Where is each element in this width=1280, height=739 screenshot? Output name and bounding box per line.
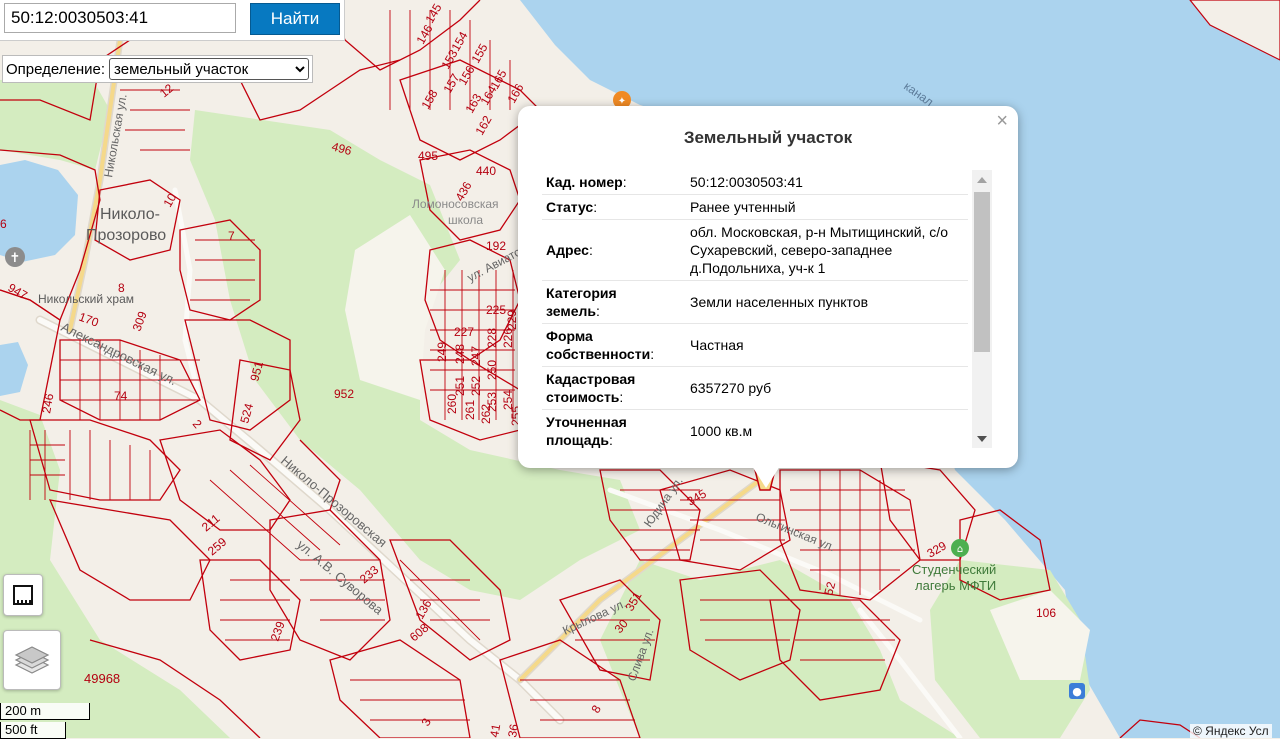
- attribute-key: Форма собственности:: [542, 323, 676, 367]
- svg-text:251: 251: [453, 376, 467, 396]
- svg-text:Николо-: Николо-: [100, 206, 160, 223]
- attribute-row: Уточненная площадь: 1000 кв.м: [542, 409, 968, 452]
- svg-text:252: 252: [469, 376, 483, 396]
- attribute-key-colon: :: [593, 199, 598, 215]
- attribute-value: 6357270 руб: [676, 366, 968, 410]
- svg-text:⌂: ⌂: [957, 544, 963, 555]
- scroll-up-arrow-icon[interactable]: [977, 177, 987, 183]
- svg-text:6: 6: [0, 217, 7, 231]
- svg-text:261: 261: [463, 400, 477, 420]
- svg-text:225: 225: [486, 303, 506, 317]
- copyright: © Яндекс Усл: [1190, 724, 1272, 738]
- attribute-key-label: Статус: [546, 199, 594, 215]
- attribute-key-colon: :: [622, 174, 627, 190]
- svg-text:229: 229: [505, 310, 519, 330]
- svg-text:952: 952: [334, 387, 354, 401]
- svg-text:495: 495: [418, 149, 438, 163]
- svg-text:227: 227: [454, 325, 474, 339]
- attribute-value: обл. Московская, р-н Мытищинский, с/о Су…: [676, 219, 968, 281]
- definition-select[interactable]: земельный участок: [109, 58, 310, 80]
- svg-text:250: 250: [485, 360, 499, 380]
- svg-text:247: 247: [469, 346, 483, 366]
- attribute-key-label: Уточненная площадь: [546, 414, 627, 448]
- attribute-row: Категория земель: Земли населенных пункто…: [542, 280, 968, 324]
- attribute-key-colon: :: [650, 346, 655, 362]
- scale-meters: 200 m: [0, 703, 90, 720]
- svg-text:106: 106: [1036, 606, 1056, 620]
- scroll-down-arrow-icon[interactable]: [977, 436, 987, 442]
- attribute-key-label: Адрес: [546, 242, 589, 258]
- attribute-value: 1000 кв.м: [676, 409, 968, 452]
- attribute-value: Земли населенных пунктов: [676, 280, 968, 324]
- svg-text:192: 192: [486, 239, 506, 253]
- scroll-thumb[interactable]: [974, 192, 990, 352]
- cadastral-number-input[interactable]: [4, 3, 236, 33]
- attribute-key-colon: :: [619, 389, 624, 405]
- svg-text:Студенческий: Студенческий: [912, 562, 996, 577]
- svg-text:248: 248: [453, 344, 467, 364]
- definition-label: Определение:: [6, 60, 106, 78]
- svg-text:49968: 49968: [84, 671, 120, 686]
- svg-text:262: 262: [479, 404, 493, 424]
- svg-text:7: 7: [228, 229, 235, 243]
- attribute-key-label: Категория земель: [546, 285, 617, 319]
- svg-text:249: 249: [435, 342, 449, 362]
- attribute-key: Статус:: [542, 194, 676, 220]
- attribute-key: Кадастровая стоимость:: [542, 366, 676, 410]
- attribute-row: Форма собственности: Частная: [542, 323, 968, 367]
- parcel-attributes-table: Кад. номер: 50:12:0030503:41 Статус: Ранее …: [542, 170, 968, 452]
- svg-text:школа: школа: [448, 213, 483, 227]
- attribute-value: 50:12:0030503:41: [676, 170, 968, 195]
- attribute-row: Адрес: обл. Московская, р-н Мытищинский, …: [542, 219, 968, 281]
- layers-icon: [14, 646, 50, 674]
- svg-text:74: 74: [114, 389, 128, 403]
- attribute-value: Частная: [676, 323, 968, 367]
- ruler-icon: [13, 585, 33, 605]
- find-button[interactable]: Найти: [250, 3, 340, 35]
- parcel-info-popup: × Земельный участок Кад. номер: 50:12:003…: [518, 106, 1018, 468]
- attribute-value: Ранее учтенный: [676, 194, 968, 220]
- layers-button[interactable]: [3, 630, 61, 690]
- popup-scrollbar[interactable]: [972, 170, 992, 448]
- attribute-row: Кадастровая стоимость: 6357270 руб: [542, 366, 968, 410]
- svg-text:8: 8: [118, 281, 125, 295]
- search-panel: Найти: [0, 0, 345, 41]
- attribute-key-label: Форма собственности: [546, 328, 651, 362]
- svg-text:228: 228: [485, 328, 499, 348]
- attribute-row: Статус: Ранее учтенный: [542, 194, 968, 220]
- popup-pointer: [752, 466, 780, 488]
- definition-panel: Определение: земельный участок: [2, 55, 314, 83]
- attribute-key-colon: :: [608, 432, 613, 448]
- attribute-row: Кад. номер: 50:12:0030503:41: [542, 170, 968, 195]
- popup-content[interactable]: Кад. номер: 50:12:0030503:41 Статус: Ранее …: [542, 170, 994, 452]
- attribute-key-colon: :: [596, 303, 600, 319]
- svg-text:✝: ✝: [10, 251, 21, 266]
- ruler-button[interactable]: [3, 574, 43, 616]
- popup-title: Земельный участок: [683, 128, 853, 147]
- attribute-key: Уточненная площадь:: [542, 409, 676, 452]
- svg-text:●: ●: [1072, 685, 1082, 698]
- scale-feet: 500 ft: [0, 722, 66, 739]
- svg-text:440: 440: [476, 164, 496, 178]
- attribute-key: Категория земель:: [542, 280, 676, 324]
- attribute-key: Кад. номер:: [542, 170, 676, 195]
- svg-text:Прозорово: Прозорово: [86, 227, 166, 244]
- svg-text:лагерь МФТИ: лагерь МФТИ: [915, 578, 996, 593]
- attribute-key: Адрес:: [542, 219, 676, 281]
- attribute-key-colon: :: [588, 242, 593, 258]
- attribute-key-label: Кад. номер: [546, 174, 623, 190]
